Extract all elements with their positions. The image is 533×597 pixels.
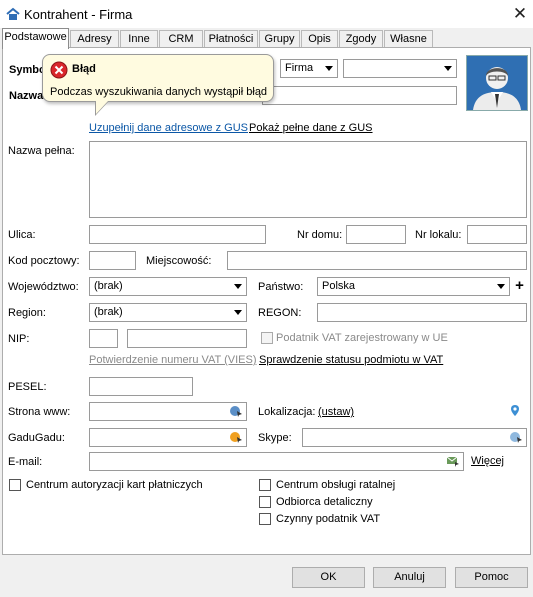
error-tooltip: Błąd Podczas wyszukiwania danych wystąpi…: [42, 54, 274, 116]
centrum-obslugi-checkbox[interactable]: [259, 479, 271, 491]
pesel-label: PESEL:: [8, 381, 47, 393]
nip-prefix-input[interactable]: [89, 329, 118, 348]
kod-pocztowy-input[interactable]: [89, 251, 136, 270]
window-title: Kontrahent - Firma: [24, 7, 133, 22]
tab-platnosci[interactable]: Płatności: [204, 30, 258, 48]
nr-lokalu-input[interactable]: [467, 225, 527, 244]
odbiorca-label: Odbiorca detaliczny: [276, 496, 373, 508]
globe-icon[interactable]: [229, 405, 243, 417]
odbiorca-checkbox[interactable]: [259, 496, 271, 508]
person-avatar-icon: [467, 56, 527, 110]
chevron-down-icon: [234, 310, 242, 315]
tab-opis[interactable]: Opis: [301, 30, 338, 48]
lokalizacja-link[interactable]: (ustaw): [318, 406, 354, 418]
ok-button[interactable]: OK: [292, 567, 365, 588]
nazwa-label: Nazwa: [9, 90, 44, 102]
title-bar: Kontrahent - Firma ✕: [0, 0, 533, 28]
lokalizacja-label: Lokalizacja:: [258, 406, 316, 418]
vies-link[interactable]: Potwierdzenie numeru VAT (VIES): [89, 354, 257, 366]
chevron-down-icon: [325, 66, 333, 71]
email-label: E-mail:: [8, 456, 43, 468]
gadugadu-label: GaduGadu:: [8, 432, 65, 444]
anuluj-button[interactable]: Anuluj: [373, 567, 446, 588]
gadugadu-input[interactable]: [89, 428, 247, 447]
email-icon[interactable]: [446, 455, 460, 467]
nip-input[interactable]: [127, 329, 247, 348]
ulica-label: Ulica:: [8, 229, 36, 241]
second-select[interactable]: [343, 59, 457, 78]
vat-ue-label: Podatnik VAT zarejestrowany w UE: [276, 332, 448, 344]
panstwo-select[interactable]: Polska: [317, 277, 510, 296]
tab-inne[interactable]: Inne: [120, 30, 158, 48]
regon-input[interactable]: [317, 303, 527, 322]
region-select[interactable]: (brak): [89, 303, 247, 322]
vat-status-link[interactable]: Sprawdzenie statusu podmiotu w VAT: [259, 354, 443, 366]
tab-podstawowe[interactable]: Podstawowe: [2, 28, 69, 49]
tooltip-message: Podczas wyszukiwania danych wystąpił błą…: [50, 86, 268, 98]
panstwo-label: Państwo:: [258, 281, 304, 293]
nip-label: NIP:: [8, 333, 30, 345]
skype-input[interactable]: [302, 428, 527, 447]
www-label: Strona www:: [8, 406, 71, 418]
chevron-down-icon: [497, 284, 505, 289]
skype-label: Skype:: [258, 432, 292, 444]
nr-lokalu-label: Nr lokalu:: [415, 229, 462, 241]
nr-domu-input[interactable]: [346, 225, 406, 244]
region-label: Region:: [8, 307, 46, 319]
chevron-down-icon: [234, 284, 242, 289]
czynny-vat-label: Czynny podatnik VAT: [276, 513, 381, 525]
regon-label: REGON:: [258, 307, 302, 319]
wiecej-link[interactable]: Więcej: [471, 455, 504, 467]
tab-wlasne[interactable]: Własne: [384, 30, 433, 48]
add-country-button[interactable]: +: [512, 277, 527, 296]
nazwa-pelna-label: Nazwa pełna:: [8, 145, 75, 157]
wojewodztwo-label: Województwo:: [8, 281, 79, 293]
miejscowosc-input[interactable]: [227, 251, 527, 270]
wojewodztwo-select[interactable]: (brak): [89, 277, 247, 296]
miejscowosc-label: Miejscowość:: [146, 255, 212, 267]
tab-grupy[interactable]: Grupy: [259, 30, 300, 48]
centrum-obslugi-label: Centrum obsługi ratalnej: [276, 479, 396, 491]
gus-fill-link[interactable]: Uzupełnij dane adresowe z GUS: [89, 122, 248, 134]
vat-ue-checkbox[interactable]: [261, 332, 273, 344]
nr-domu-label: Nr domu:: [297, 229, 343, 241]
tab-crm[interactable]: CRM: [159, 30, 203, 48]
ulica-input[interactable]: [89, 225, 266, 244]
gadugadu-icon[interactable]: [229, 431, 243, 443]
pomoc-button[interactable]: Pomoc: [455, 567, 528, 588]
app-icon: [6, 7, 20, 20]
chevron-down-icon: [444, 66, 452, 71]
avatar[interactable]: [466, 55, 528, 111]
type-select[interactable]: Firma: [280, 59, 338, 78]
wojewodztwo-value: (brak): [94, 280, 123, 292]
tab-adresy[interactable]: Adresy: [70, 30, 119, 48]
type-select-value: Firma: [285, 62, 314, 74]
location-pin-icon[interactable]: [509, 404, 521, 418]
email-input[interactable]: [89, 452, 464, 471]
close-icon[interactable]: ✕: [508, 3, 532, 25]
error-icon: [50, 61, 68, 79]
kod-pocztowy-label: Kod pocztowy:: [8, 255, 80, 267]
nazwa-pelna-textarea[interactable]: [89, 141, 527, 218]
tooltip-title: Błąd: [72, 63, 96, 75]
pesel-input[interactable]: [89, 377, 193, 396]
www-input[interactable]: [89, 402, 247, 421]
panstwo-value: Polska: [322, 280, 356, 292]
skype-icon[interactable]: [509, 431, 523, 443]
czynny-vat-checkbox[interactable]: [259, 513, 271, 525]
tooltip-tail-fill: [96, 101, 108, 114]
tab-zgody[interactable]: Zgody: [339, 30, 383, 48]
region-value: (brak): [94, 306, 123, 318]
gus-show-link[interactable]: Pokaż pełne dane z GUS: [249, 122, 373, 134]
nazwa-input[interactable]: [262, 86, 457, 105]
centrum-autoryzacji-checkbox[interactable]: [9, 479, 21, 491]
centrum-autoryzacji-label: Centrum autoryzacji kart płatniczych: [26, 479, 203, 491]
